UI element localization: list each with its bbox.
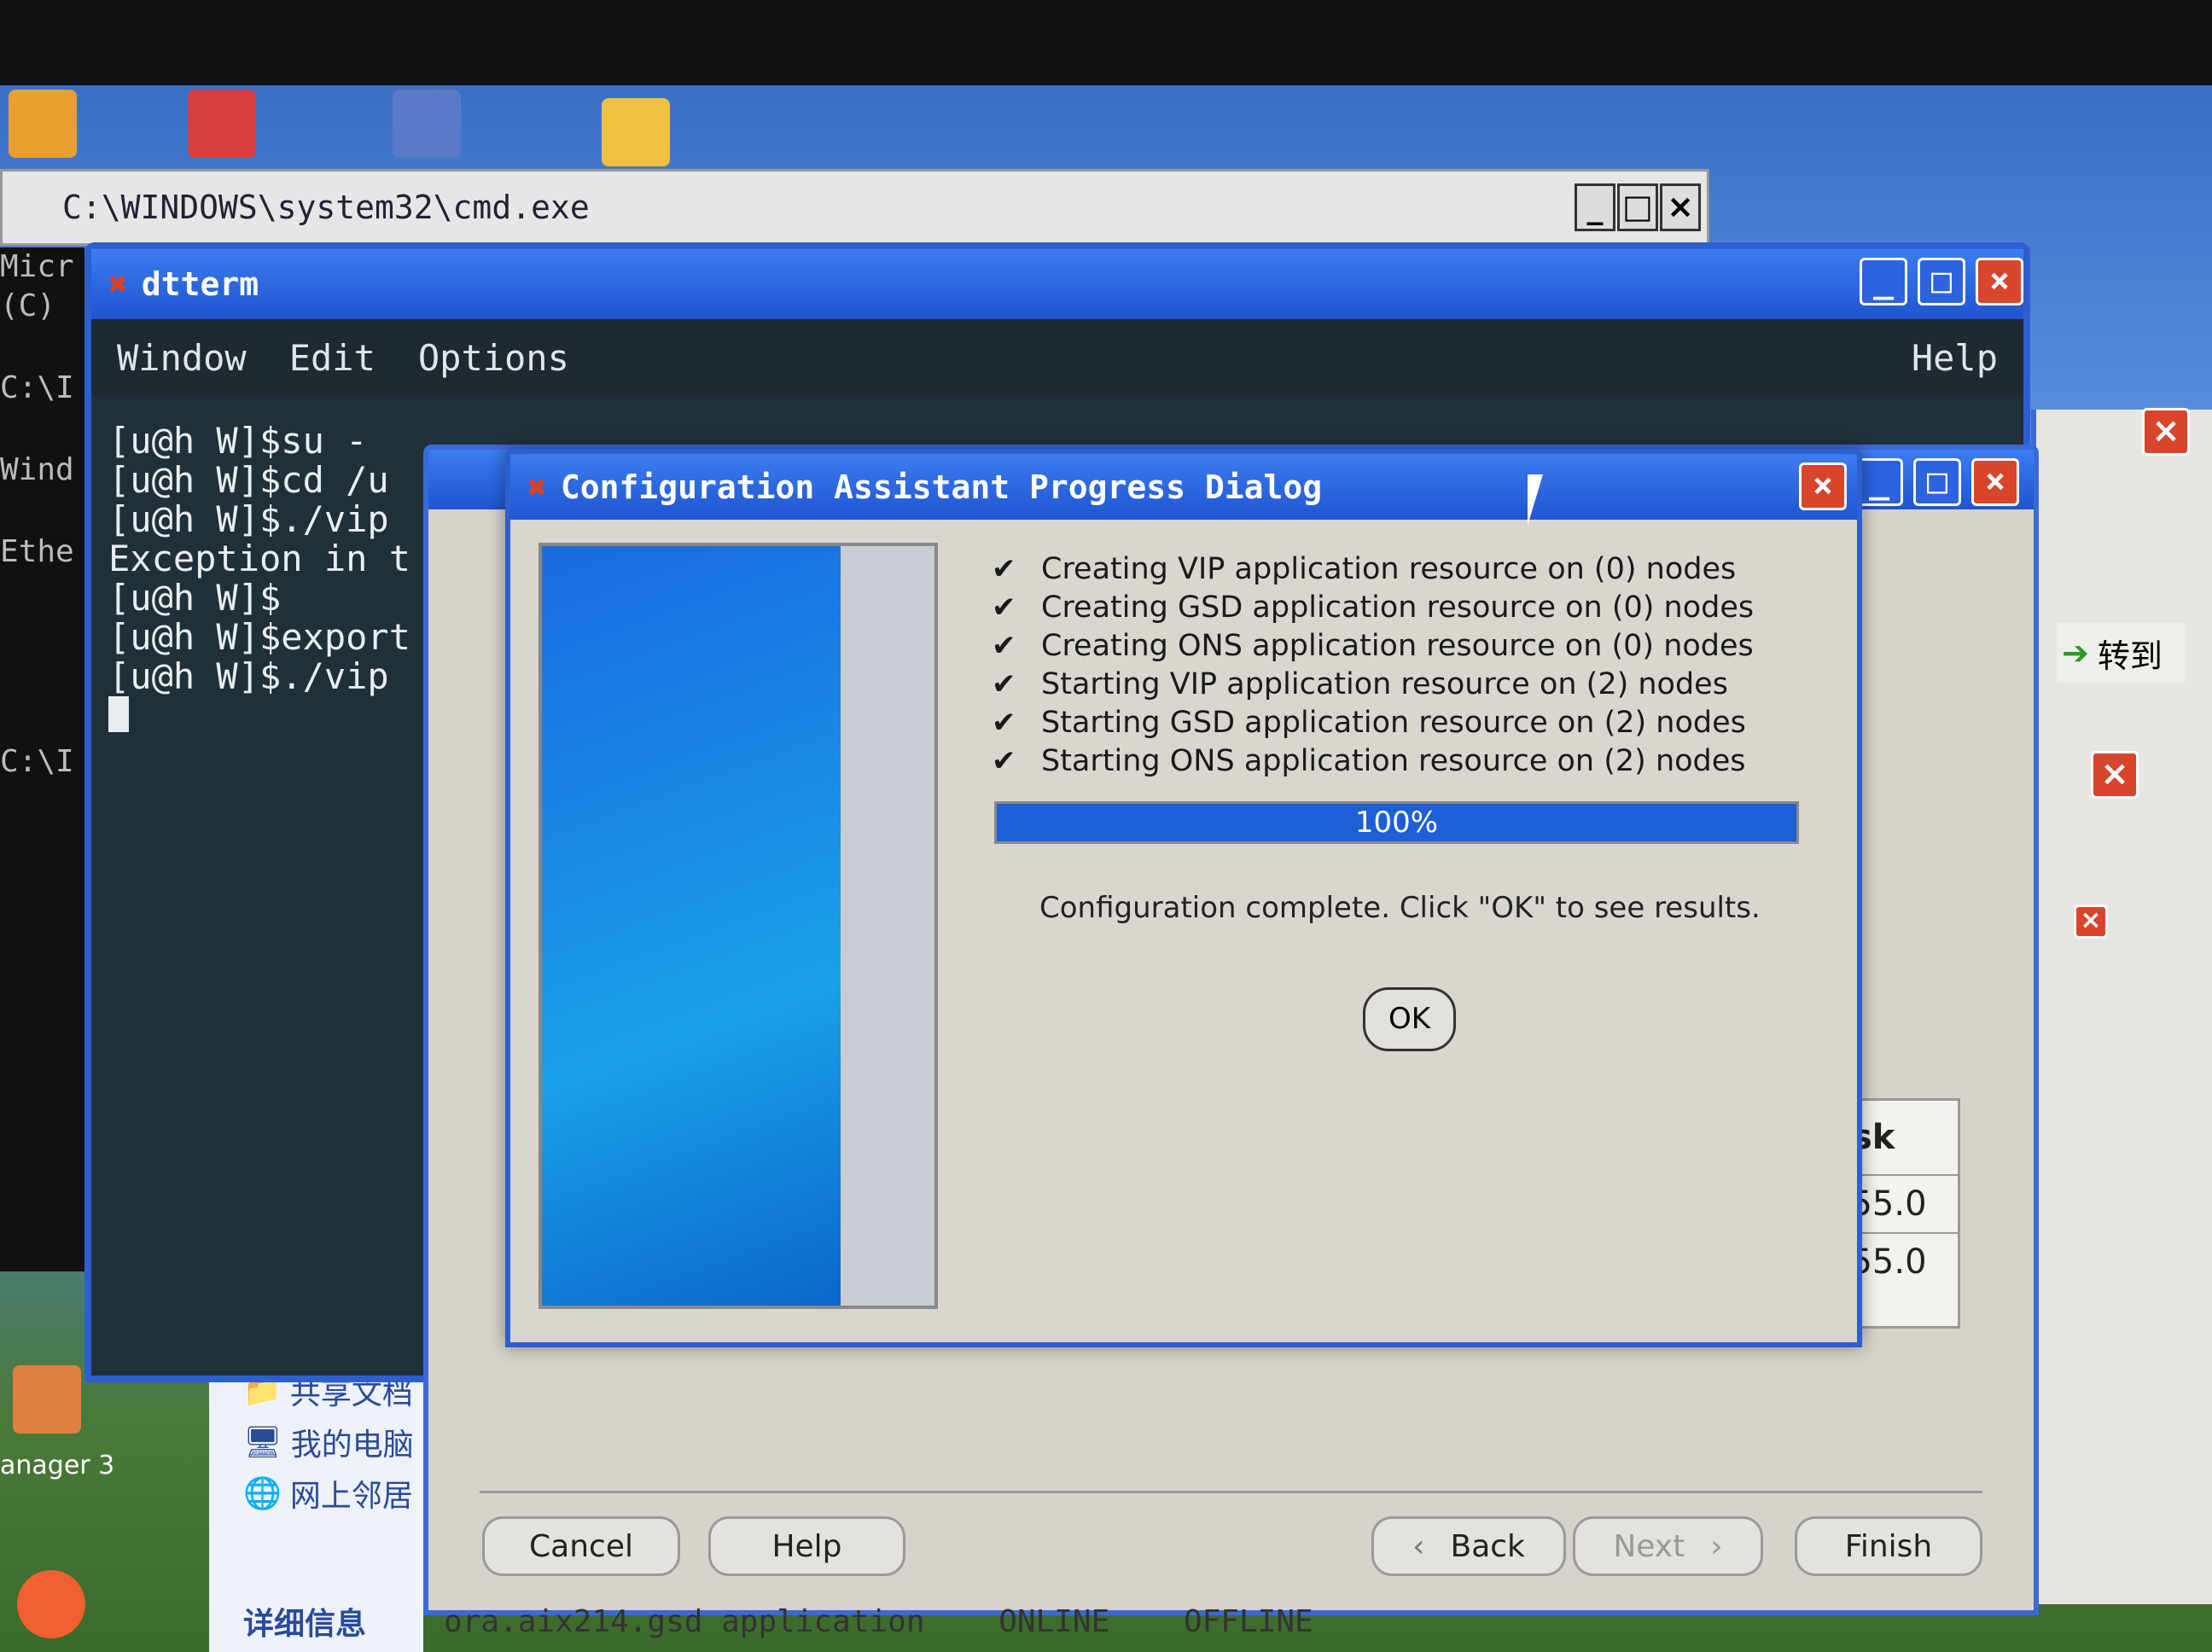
checkmark-icon: ✔ — [992, 705, 1016, 740]
background-windows: × ➔ 转到 × × — [2031, 408, 2212, 1604]
step-label: Starting VIP application resource on (2)… — [1041, 666, 1728, 701]
minimize-button[interactable]: _ — [1855, 458, 1903, 506]
next-button[interactable]: Next › — [1573, 1516, 1763, 1576]
step-label: Starting ONS application resource on (2)… — [1041, 743, 1746, 778]
dialog-title: Configuration Assistant Progress Dialog — [560, 468, 1323, 506]
next-label: Next — [1613, 1528, 1685, 1564]
console-text: Wind — [0, 452, 74, 487]
cancel-button[interactable]: Cancel — [482, 1516, 680, 1576]
close-button[interactable]: × — [1660, 183, 1701, 231]
back-button[interactable]: ‹ Back — [1371, 1516, 1566, 1576]
desktop-icon[interactable] — [9, 90, 77, 158]
close-button[interactable]: × — [2074, 905, 2108, 939]
pdf-icon[interactable] — [188, 90, 256, 158]
goto-button[interactable]: ➔ 转到 — [2057, 623, 2185, 683]
explorer-link[interactable]: 🌐 网上邻居 — [209, 1468, 423, 1519]
arrow-right-icon: ➔ — [2062, 634, 2089, 672]
x-app-icon: ✖ — [108, 265, 128, 303]
title-bar[interactable]: ✖ Configuration Assistant Progress Dialo… — [510, 454, 1857, 520]
link-label: 详细信息 — [243, 1607, 367, 1642]
step-item: ✔ Starting GSD application resource on (2… — [992, 703, 1754, 742]
menu-window[interactable]: Window — [117, 337, 247, 379]
console-text: C:\I — [0, 744, 74, 779]
menu-bar: Window Edit Options Help — [91, 319, 2023, 396]
cmd-console-edge: Micr (C) C:\I Wind Ethe C:\I — [0, 247, 84, 1271]
step-item: ✔ Starting VIP application resource on (2… — [992, 665, 1754, 703]
goto-label: 转到 — [2097, 637, 2163, 675]
oracle-illustration — [538, 543, 938, 1309]
ok-button[interactable]: OK — [1363, 987, 1456, 1051]
details-header[interactable]: 详细信息 — [209, 1596, 423, 1647]
console-text: Ethe — [0, 534, 74, 569]
chevron-right-icon: › — [1710, 1528, 1723, 1564]
back-label: Back — [1450, 1528, 1525, 1564]
step-label: Creating VIP application resource on (0)… — [1041, 551, 1737, 586]
help-button[interactable]: Help — [708, 1516, 905, 1576]
status-message: Configuration complete. Click "OK" to se… — [1039, 891, 1761, 925]
link-label: 网上邻居 — [289, 1479, 413, 1514]
x-app-icon: ✖ — [527, 468, 547, 506]
close-button[interactable]: × — [1976, 258, 2023, 305]
progress-bar: 100% — [994, 801, 1799, 844]
menu-help[interactable]: Help — [1912, 337, 1998, 379]
mouse-pointer-icon — [1528, 474, 1558, 526]
maximize-button[interactable]: □ — [1617, 183, 1658, 231]
title-bar[interactable]: ✖ dtterm _ □ × — [91, 249, 2023, 319]
step-label: Starting GSD application resource on (2)… — [1041, 705, 1746, 740]
minimize-button[interactable]: _ — [1575, 183, 1615, 231]
console-text: C:\I — [0, 370, 74, 405]
checkmark-icon: ✔ — [992, 743, 1016, 778]
background-terminal-text: ora.aix214.gsd application ONLINE OFFLIN… — [444, 1604, 1313, 1639]
menu-edit[interactable]: Edit — [289, 337, 375, 379]
step-list: ✔ Creating VIP application resource on (0… — [992, 550, 1754, 780]
terminal-cursor — [108, 696, 129, 732]
app-icon[interactable] — [17, 1570, 85, 1638]
progress-dialog[interactable]: ✖ Configuration Assistant Progress Dialo… — [505, 449, 1862, 1347]
console-text: (C) — [0, 288, 56, 323]
window-title: C:\WINDOWS\system32\cmd.exe — [62, 189, 590, 226]
close-button[interactable]: × — [1799, 462, 1847, 510]
close-button[interactable]: × — [2091, 751, 2139, 799]
checkmark-icon: ✔ — [992, 551, 1016, 586]
network-icon: 🌐 — [243, 1476, 282, 1511]
desktop-icon-label: anager 3 — [0, 1451, 115, 1480]
maximize-button[interactable]: □ — [1918, 258, 1965, 305]
computer-icon: 🖥 — [243, 1425, 282, 1460]
explorer-link[interactable]: 🖥 我的电脑 — [209, 1416, 423, 1468]
window-title: dtterm — [141, 265, 259, 303]
monitor-bezel — [0, 0, 2212, 85]
step-item: ✔ Creating GSD application resource on (0… — [992, 588, 1754, 626]
finish-button[interactable]: Finish — [1795, 1516, 1982, 1576]
divider — [480, 1491, 1982, 1493]
checkmark-icon: ✔ — [992, 590, 1016, 625]
console-text: Micr — [0, 249, 74, 284]
chevron-left-icon: ‹ — [1412, 1528, 1425, 1564]
link-label: 我的电脑 — [290, 1428, 414, 1463]
progress-label: 100% — [1354, 806, 1439, 840]
step-label: Creating GSD application resource on (0)… — [1041, 590, 1755, 625]
minimize-button[interactable]: _ — [1860, 258, 1907, 305]
checkmark-icon: ✔ — [992, 666, 1016, 701]
menu-options[interactable]: Options — [418, 337, 569, 379]
close-button[interactable]: × — [2142, 408, 2190, 456]
manager-shortcut-icon[interactable] — [13, 1365, 81, 1434]
step-item: ✔ Creating VIP application resource on (0… — [992, 550, 1754, 588]
step-item: ✔ Starting ONS application resource on (2… — [992, 742, 1754, 780]
explorer-task-pane: 📁 共享文档 🖥 我的电脑 🌐 网上邻居 详细信息 — [209, 1365, 423, 1652]
folder-icon[interactable] — [602, 98, 670, 166]
word-icon[interactable] — [393, 90, 461, 158]
maximize-button[interactable]: □ — [1913, 458, 1961, 506]
checkmark-icon: ✔ — [992, 628, 1016, 663]
step-item: ✔ Creating ONS application resource on (0… — [992, 626, 1754, 665]
cmd-window[interactable]: C:\WINDOWS\system32\cmd.exe _ □ × — [0, 169, 1709, 246]
close-button[interactable]: × — [1971, 458, 2019, 506]
step-label: Creating ONS application resource on (0)… — [1041, 628, 1754, 663]
